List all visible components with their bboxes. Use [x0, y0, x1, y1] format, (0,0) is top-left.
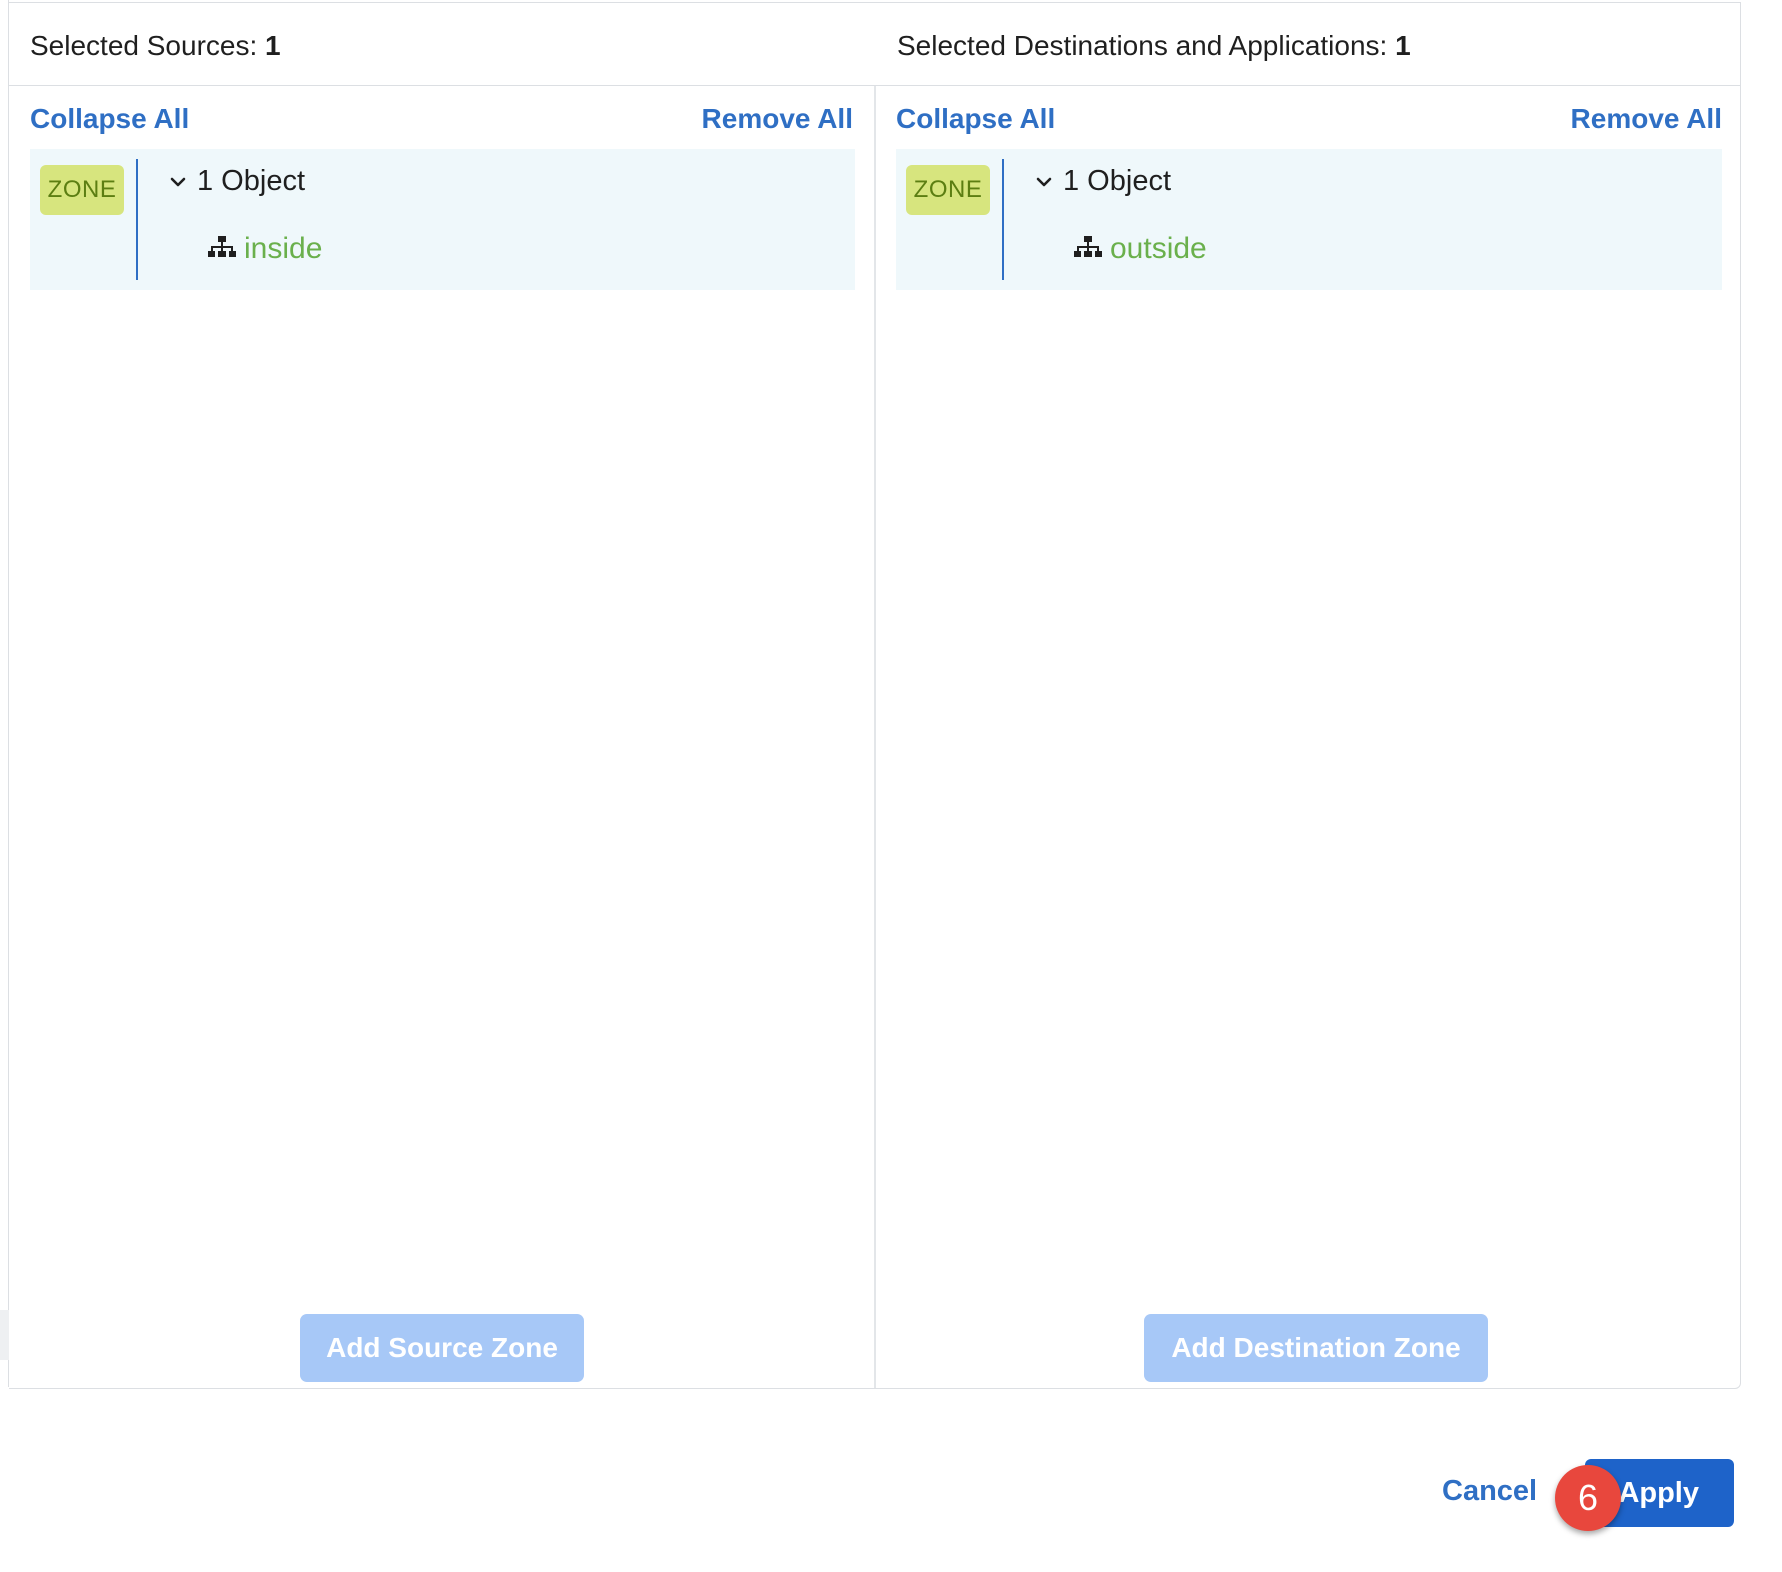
destination-zone-item[interactable]: outside [1110, 232, 1207, 266]
selection-dialog: Selected Sources: 1 Selected Destination… [9, 2, 1741, 1389]
network-hierarchy-icon [208, 236, 236, 257]
add-destination-zone-button[interactable]: Add Destination Zone [1144, 1314, 1488, 1382]
chevron-down-icon[interactable] [169, 173, 187, 191]
network-hierarchy-icon [1074, 236, 1102, 257]
sources-zone-group: ZONE 1 Object inside [30, 149, 855, 290]
selected-destinations-summary: Selected Destinations and Applications: … [897, 30, 1411, 62]
selected-sources-summary: Selected Sources: 1 [30, 30, 281, 62]
zone-type-badge: ZONE [906, 165, 990, 215]
destinations-remove-all-link[interactable]: Remove All [1571, 103, 1722, 135]
selection-header: Selected Sources: 1 Selected Destination… [9, 3, 1740, 86]
sources-panel: Collapse All Remove All ZONE 1 Object in… [9, 86, 874, 1388]
destinations-collapse-all-link[interactable]: Collapse All [896, 103, 1055, 135]
add-source-zone-button[interactable]: Add Source Zone [300, 1314, 584, 1382]
selected-sources-label: Selected Sources: [30, 30, 258, 61]
selected-destinations-count: 1 [1395, 30, 1411, 61]
left-edge-strip [0, 0, 9, 1387]
zone-type-badge: ZONE [40, 165, 124, 215]
selected-sources-count: 1 [265, 30, 281, 61]
object-count: 1 Object [1063, 165, 1171, 197]
destinations-panel: Collapse All Remove All ZONE 1 Object ou… [876, 86, 1741, 1388]
cancel-button[interactable]: Cancel [1442, 1475, 1537, 1508]
object-count: 1 Object [197, 165, 305, 197]
destinations-zone-group: ZONE 1 Object outside [896, 149, 1722, 290]
step-number-badge: 6 [1555, 1465, 1621, 1531]
sources-remove-all-link[interactable]: Remove All [702, 103, 853, 135]
chevron-down-icon[interactable] [1035, 173, 1053, 191]
group-indent-line [136, 159, 138, 280]
source-zone-item[interactable]: inside [244, 232, 322, 266]
sources-collapse-all-link[interactable]: Collapse All [30, 103, 189, 135]
left-edge-tab [0, 1310, 9, 1360]
group-indent-line [1002, 159, 1004, 280]
selected-destinations-label: Selected Destinations and Applications: [897, 30, 1388, 61]
